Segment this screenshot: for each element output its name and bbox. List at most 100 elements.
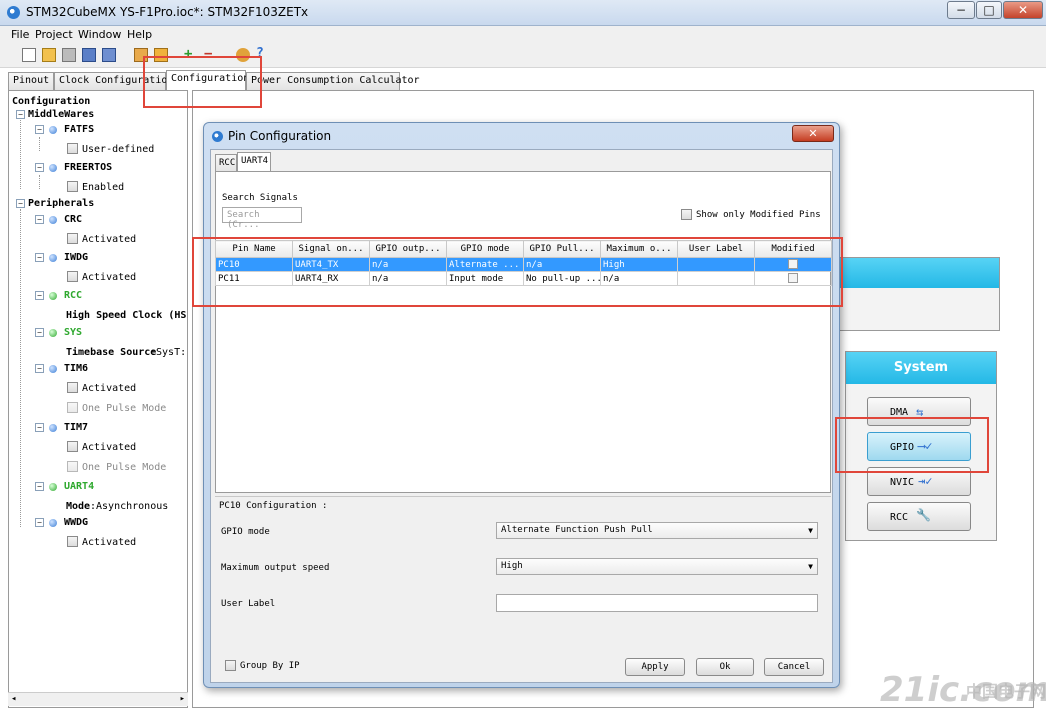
table-cell: High <box>600 257 678 272</box>
tree-sys[interactable]: SYS <box>64 327 82 338</box>
tim7-activated-checkbox[interactable] <box>67 441 78 452</box>
user-label-input[interactable] <box>496 594 818 612</box>
nvic-button[interactable]: NVIC ⇥✓ <box>867 467 971 496</box>
tree-fatfs[interactable]: FATFS <box>64 124 94 135</box>
tree-freertos[interactable]: FREERTOS <box>64 162 112 173</box>
iwdg-activated-checkbox[interactable] <box>67 271 78 282</box>
rcc-setting: High Speed Clock (HS <box>66 310 187 321</box>
expand-uart4-icon[interactable]: − <box>35 482 44 491</box>
tree-peripherals[interactable]: Peripherals <box>28 198 94 209</box>
dialog-close-button[interactable]: ✕ <box>792 125 834 142</box>
dialog-tab-rcc[interactable]: RCC <box>215 154 237 172</box>
show-modified-pins-checkbox[interactable] <box>681 209 692 220</box>
minimize-button[interactable]: − <box>947 1 975 19</box>
help-icon[interactable]: ? <box>256 47 270 62</box>
column-header-modified[interactable]: Modified <box>754 240 832 258</box>
menu-help[interactable]: Help <box>127 28 152 41</box>
tree-crc[interactable]: CRC <box>64 214 82 225</box>
cancel-button[interactable]: Cancel <box>764 658 824 676</box>
modified-checkbox[interactable] <box>788 259 798 270</box>
rcc-button-label: RCC <box>890 512 909 523</box>
column-header-maximum-output[interactable]: Maximum o... <box>600 240 678 258</box>
column-header-signal[interactable]: Signal on... <box>292 240 370 258</box>
table-row[interactable]: PC11 UART4_RX n/a Input mode No pull-up … <box>215 271 832 286</box>
tab-pinout[interactable]: Pinout <box>8 72 54 90</box>
expand-peripherals-icon[interactable]: − <box>16 199 25 208</box>
maximize-button[interactable]: □ <box>976 1 1002 19</box>
fatfs-user-defined-checkbox[interactable] <box>67 143 78 154</box>
table-cell: PC10 <box>215 257 293 272</box>
expand-iwdg-icon[interactable]: − <box>35 253 44 262</box>
expand-crc-icon[interactable]: − <box>35 215 44 224</box>
fatfs-icon <box>49 126 57 134</box>
column-header-gpio-pull[interactable]: GPIO Pull... <box>523 240 601 258</box>
save-icon[interactable] <box>62 48 76 62</box>
tree-tim6[interactable]: TIM6 <box>64 363 88 374</box>
table-cell: UART4_RX <box>292 271 370 286</box>
freertos-enabled-checkbox[interactable] <box>67 181 78 192</box>
table-row[interactable]: PC10 UART4_TX n/a Alternate ... n/a High <box>215 257 832 272</box>
modified-checkbox[interactable] <box>788 273 798 284</box>
rcc-button[interactable]: RCC 🔧 <box>867 502 971 531</box>
menu-window[interactable]: Window <box>78 28 121 41</box>
modified-cell <box>754 257 832 272</box>
table-cell: n/a <box>523 257 601 272</box>
generate-code-icon[interactable] <box>154 48 168 62</box>
new-project-icon[interactable] <box>22 48 36 62</box>
column-header-gpio-mode[interactable]: GPIO mode <box>446 240 524 258</box>
tab-configuration[interactable]: Configuration <box>166 70 249 91</box>
expand-tim7-icon[interactable]: − <box>35 423 44 432</box>
tim6-one-pulse-checkbox[interactable] <box>67 402 78 413</box>
menu-project[interactable]: Project <box>35 28 73 41</box>
generate-report-icon[interactable] <box>134 48 148 62</box>
scroll-right-icon[interactable]: ▸ <box>180 694 185 704</box>
gpio-mode-value: Alternate Function Push Pull <box>501 525 653 535</box>
expand-sys-icon[interactable]: − <box>35 328 44 337</box>
tab-power-consumption-calculator[interactable]: Power Consumption Calculator <box>246 72 420 90</box>
tim7-one-pulse-checkbox[interactable] <box>67 461 78 472</box>
search-signals-input[interactable]: Search (Cr... <box>222 207 302 230</box>
gpio-mode-select[interactable]: Alternate Function Push Pull ▼ <box>496 522 818 539</box>
middleware-panel-header <box>839 258 999 288</box>
tree-wwdg[interactable]: WWDG <box>64 517 88 528</box>
crc-activated-checkbox[interactable] <box>67 233 78 244</box>
expand-rcc-icon[interactable]: − <box>35 291 44 300</box>
tim6-icon <box>49 365 57 373</box>
menu-file[interactable]: File <box>11 28 29 41</box>
apply-button[interactable]: Apply <box>625 658 685 676</box>
expand-tim6-icon[interactable]: − <box>35 364 44 373</box>
load-project-icon[interactable] <box>42 48 56 62</box>
column-header-gpio-output[interactable]: GPIO outp... <box>369 240 447 258</box>
expand-wwdg-icon[interactable]: − <box>35 518 44 527</box>
zoom-in-icon[interactable]: + <box>184 47 198 62</box>
tree-tim7[interactable]: TIM7 <box>64 422 88 433</box>
tab-clock-configuration[interactable]: Clock Configuration <box>54 72 173 90</box>
wwdg-activated-checkbox[interactable] <box>67 536 78 547</box>
dma-button[interactable]: DMA ⇆ <box>867 397 971 426</box>
save-as-icon[interactable] <box>82 48 96 62</box>
max-speed-select[interactable]: High ▼ <box>496 558 818 575</box>
group-by-ip-checkbox[interactable] <box>225 660 236 671</box>
sys-setting-value: :SysT: <box>150 347 187 358</box>
key-icon[interactable] <box>236 48 250 62</box>
column-header-user-label[interactable]: User Label <box>677 240 755 258</box>
ok-button[interactable]: Ok <box>696 658 754 676</box>
tim6-activated-checkbox[interactable] <box>67 382 78 393</box>
column-header-pin-name[interactable]: Pin Name <box>215 240 293 258</box>
sys-setting-key: Timebase Source <box>66 347 157 358</box>
tree-iwdg[interactable]: IWDG <box>64 252 88 263</box>
tree-uart4[interactable]: UART4 <box>64 481 94 492</box>
dialog-tab-uart4[interactable]: UART4 <box>237 152 271 172</box>
tree-rcc[interactable]: RCC <box>64 290 82 301</box>
close-project-icon[interactable] <box>102 48 116 62</box>
tree-horizontal-scrollbar[interactable]: ◂ ▸ <box>8 692 188 706</box>
expand-fatfs-icon[interactable]: − <box>35 125 44 134</box>
expand-middlewares-icon[interactable]: − <box>16 110 25 119</box>
zoom-out-icon[interactable]: − <box>204 47 218 62</box>
fatfs-user-defined-label: User-defined <box>82 144 155 155</box>
tree-middlewares[interactable]: MiddleWares <box>28 109 94 120</box>
scroll-left-icon[interactable]: ◂ <box>11 694 16 704</box>
close-button[interactable]: ✕ <box>1003 1 1043 19</box>
gpio-button[interactable]: GPIO ⟶✓ <box>867 432 971 461</box>
expand-freertos-icon[interactable]: − <box>35 163 44 172</box>
